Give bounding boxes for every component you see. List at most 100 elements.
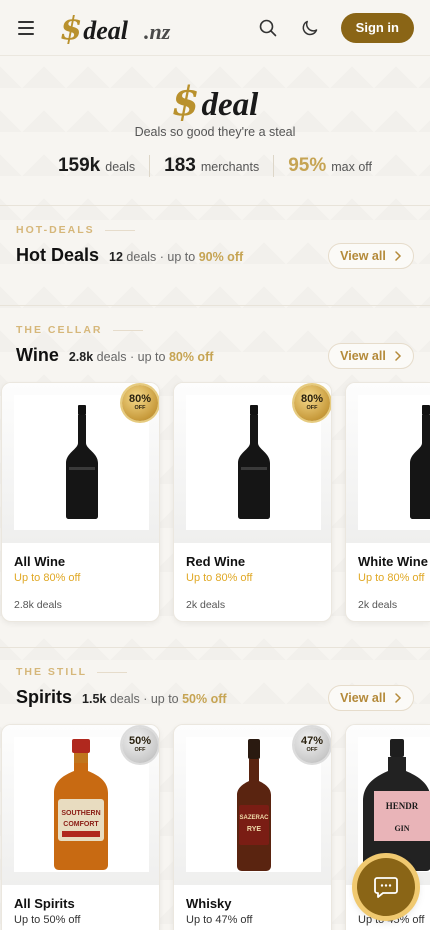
stat-deals: 159k deals [44, 155, 149, 177]
top-bar: $ deal .nz Sign in [0, 0, 430, 56]
bottle-label-text: SOUTHERN [61, 810, 100, 817]
meta-text: deals · up to [93, 350, 169, 364]
card-title: All Spirits [14, 896, 75, 911]
chevron-right-icon [395, 251, 401, 261]
logo-tld: .nz [144, 18, 171, 44]
card-title: Red Wine [186, 554, 246, 569]
gin-bottle-icon: HENDR GIN [363, 739, 430, 871]
card-deal-count: 2k deals [358, 599, 398, 611]
spirits-heading: Spirits 1.5k deals · up to 50% off [16, 687, 227, 708]
stat-value: 95% [288, 155, 327, 176]
logo-word: deal [83, 15, 129, 45]
wine-title: Wine [16, 345, 59, 365]
card-deal-count: 2k deals [186, 599, 226, 611]
deal-count: 12 [109, 250, 123, 264]
hero-logo-word: deal [201, 87, 259, 123]
moon-icon[interactable] [299, 17, 321, 39]
hero-logo-dollar: $ [171, 78, 200, 125]
view-all-label: View all [340, 349, 386, 363]
section-divider [0, 305, 430, 306]
wine-bottle-icon [66, 405, 98, 519]
stat-max-off: 95% max off [274, 155, 386, 177]
category-card-red-wine[interactable]: 80% OFF Red Wine Up to 80% off 2k deals [173, 382, 332, 622]
bottle-label-text: HENDR [386, 801, 419, 811]
stats-row: 159k deals 183 merchants 95% max off [0, 155, 430, 177]
wine-bottle-icon [238, 405, 270, 519]
meta-text: deals · up to [122, 250, 199, 264]
category-card-white-wine[interactable]: White Wine Up to 80% off 2k deals [345, 382, 430, 622]
badge-percent: 47% [300, 735, 324, 748]
hamburger-icon[interactable] [18, 16, 42, 40]
spirits-view-all-button[interactable]: View all [328, 685, 414, 711]
card-title: Whisky [186, 896, 232, 911]
stat-label: max off [331, 160, 373, 174]
bottle-label-text: COMFORT [63, 821, 99, 828]
hot-deals-eyebrow: HOT-DEALS [16, 224, 135, 236]
max-discount: 80% off [168, 350, 214, 364]
whisky-bottle-icon: SAZERAC RYE [237, 739, 271, 871]
spirits-eyebrow: THE STILL [16, 666, 127, 678]
sign-in-button[interactable]: Sign in [340, 12, 414, 43]
search-icon[interactable] [257, 17, 279, 39]
card-deal-count: 2.8k deals [14, 599, 62, 611]
badge-percent: 80% [128, 393, 152, 406]
chat-button[interactable] [357, 858, 415, 916]
card-discount: Up to 45% off [358, 914, 425, 926]
logo-dollar: $ [60, 8, 83, 47]
deal-count: 1.5k [82, 692, 107, 706]
section-divider [0, 647, 430, 648]
hot-deals-view-all-button[interactable]: View all [328, 243, 414, 269]
hot-deals-meta: 12 deals · up to 90% off [109, 250, 243, 264]
stat-label: deals [105, 160, 136, 174]
product-image [346, 383, 430, 543]
wine-bottle-icon [410, 405, 430, 519]
bottle-label-text: RYE [247, 826, 261, 833]
card-discount: Up to 47% off [186, 914, 253, 926]
stat-value: 183 [164, 155, 196, 176]
view-all-label: View all [340, 249, 386, 263]
card-discount: Up to 80% off [358, 572, 425, 584]
badge-percent: 80% [300, 393, 324, 406]
badge-off: OFF [306, 405, 318, 412]
liquor-bottle-icon: SOUTHERN COMFORT [54, 739, 108, 870]
deal-count: 2.8k [68, 350, 94, 364]
stat-label: merchants [200, 160, 260, 174]
bottle-label-text: GIN [394, 824, 409, 833]
category-card-all-wine[interactable]: 80% OFF All Wine Up to 80% off 2.8k deal… [1, 382, 160, 622]
section-divider [0, 205, 430, 206]
discount-badge: 80% OFF [122, 385, 158, 421]
bottle-label-text: SAZERAC [239, 815, 269, 821]
max-discount: 90% off [198, 250, 244, 264]
chat-icon [374, 877, 398, 898]
discount-badge: 50% OFF [122, 727, 158, 763]
discount-badge: 47% OFF [294, 727, 330, 763]
category-card-all-spirits[interactable]: SOUTHERN COMFORT 50% OFF All Spirits Up … [1, 724, 160, 930]
card-discount: Up to 80% off [14, 572, 81, 584]
hot-deals-title: Hot Deals [16, 245, 100, 265]
tagline: Deals so good they're a steal [134, 125, 296, 139]
badge-percent: 50% [128, 735, 152, 748]
wine-eyebrow: THE CELLAR [16, 324, 143, 336]
hero-logo: $ deal [0, 78, 430, 125]
card-discount: Up to 80% off [186, 572, 253, 584]
discount-badge: 80% OFF [294, 385, 330, 421]
hero: $ deal Deals so good they're a steal 159… [0, 56, 430, 206]
wine-view-all-button[interactable]: View all [328, 343, 414, 369]
max-discount: 50% off [182, 692, 227, 706]
chevron-right-icon [395, 351, 401, 361]
hot-deals-heading: Hot Deals 12 deals · up to 90% off [16, 245, 243, 266]
site-logo[interactable]: $ deal .nz [60, 9, 170, 47]
category-card-whisky[interactable]: SAZERAC RYE 47% OFF Whisky Up to 47% off [173, 724, 332, 930]
stat-merchants: 183 merchants [150, 155, 273, 177]
chevron-right-icon [395, 693, 401, 703]
spirits-title: Spirits [16, 687, 73, 707]
wine-heading: Wine 2.8k deals · up to 80% off [16, 345, 213, 366]
badge-off: OFF [134, 405, 146, 412]
badge-off: OFF [306, 747, 318, 754]
spirits-meta: 1.5k deals · up to 50% off [82, 692, 227, 706]
card-title: All Wine [14, 554, 66, 569]
meta-text: deals · up to [106, 692, 183, 706]
view-all-label: View all [340, 691, 386, 705]
card-discount: Up to 50% off [14, 914, 81, 926]
card-title: White Wine [358, 554, 428, 569]
